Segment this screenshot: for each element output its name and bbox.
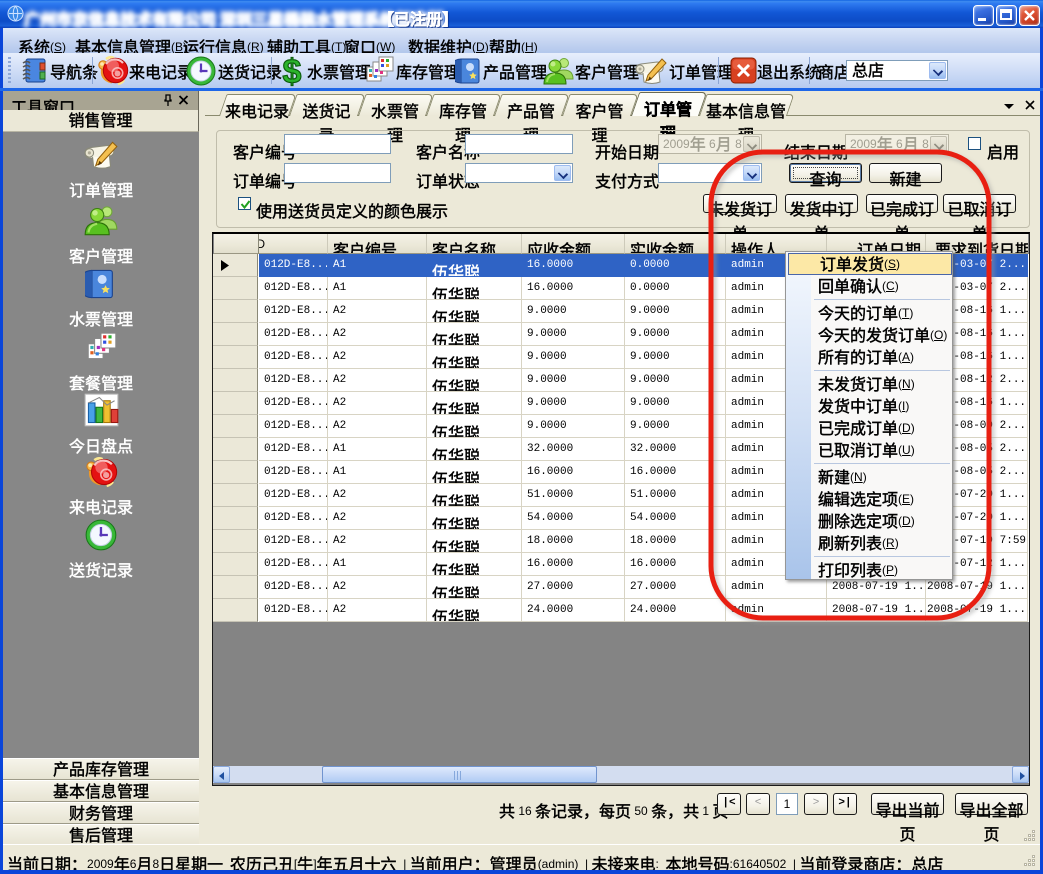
svg-text:$: $	[283, 55, 302, 87]
